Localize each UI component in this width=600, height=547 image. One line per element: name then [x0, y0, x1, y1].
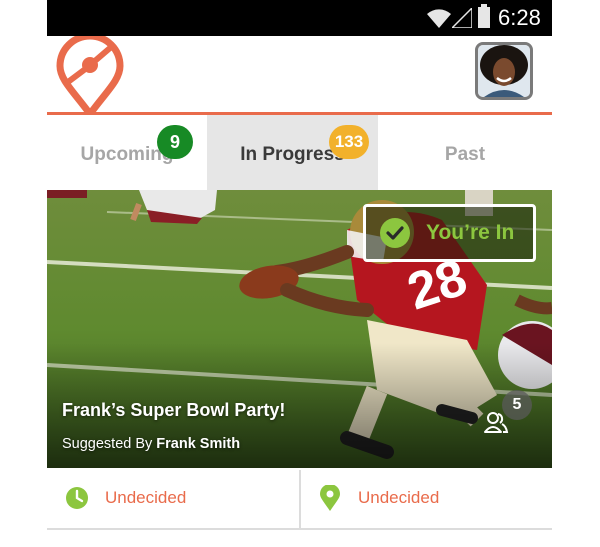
avatar[interactable] [475, 42, 533, 100]
app-screen: 6:28 Upcoming 9 In Progress 133 Past You… [47, 0, 552, 547]
event-place-cell[interactable]: Undecided [301, 468, 552, 528]
event-suggested-by: Suggested By Frank Smith [62, 436, 240, 452]
event-title: Frank’s Super Bowl Party! [62, 400, 286, 420]
location-pin-logo-icon[interactable] [54, 36, 126, 116]
tab-bar: Upcoming 9 In Progress 133 Past [47, 115, 552, 190]
battery-icon [478, 4, 490, 28]
status-time: 6:28 [498, 5, 541, 30]
app-header [47, 36, 552, 116]
event-place-label: Undecided [358, 488, 440, 507]
status-bar: 6:28 [47, 0, 552, 36]
next-card-edge [47, 530, 552, 547]
event-time-label: Undecided [105, 488, 187, 507]
tab-past[interactable]: Past [378, 115, 552, 190]
suggested-by-name: Frank Smith [156, 436, 241, 452]
event-card[interactable]: 28 You’re In Frank’s Super Bowl Party! S… [47, 190, 552, 468]
signal-icon [452, 8, 472, 28]
map-pin-icon [320, 485, 340, 511]
suggested-by-prefix: Suggested By [62, 436, 153, 452]
check-icon [380, 218, 410, 248]
tab-upcoming[interactable]: Upcoming 9 [47, 115, 207, 190]
upcoming-count-badge: 9 [157, 125, 193, 159]
tab-past-label: Past [444, 144, 486, 165]
event-time-cell[interactable]: Undecided [47, 468, 299, 528]
wifi-icon [427, 9, 451, 28]
youre-in-button[interactable]: You’re In [363, 204, 536, 262]
tab-in-progress[interactable]: In Progress 133 [207, 115, 378, 190]
event-info-row: Undecided Undecided [47, 468, 552, 530]
attendees-icon[interactable] [483, 410, 509, 436]
in-progress-count-badge: 133 [329, 125, 369, 159]
youre-in-label: You’re In [426, 221, 515, 244]
clock-icon [65, 486, 89, 510]
